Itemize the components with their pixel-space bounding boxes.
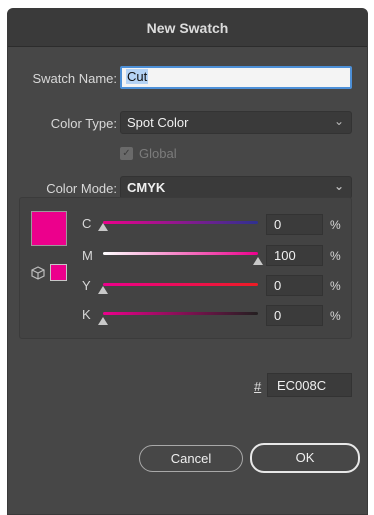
global-label: Global — [139, 146, 177, 161]
yellow-input[interactable]: 0 — [266, 275, 323, 296]
swatch-preview — [31, 211, 67, 246]
yellow-label: Y — [82, 278, 91, 293]
black-unit: % — [330, 309, 341, 323]
checkmark-icon: ✓ — [120, 147, 133, 160]
color-mode-value: CMYK — [127, 180, 166, 195]
yellow-slider-thumb[interactable] — [98, 286, 108, 294]
global-checkbox-row: ✓ Global — [120, 146, 177, 161]
magenta-unit: % — [330, 249, 341, 263]
color-mode-select[interactable]: CMYK ⌄ — [120, 176, 352, 199]
cube-icon[interactable] — [31, 266, 45, 280]
black-value: 0 — [274, 308, 282, 323]
cyan-slider-thumb[interactable] — [98, 223, 108, 231]
gamut-swatch[interactable] — [50, 264, 67, 281]
cyan-slider[interactable] — [103, 221, 258, 224]
magenta-label: M — [82, 248, 93, 263]
color-mode-label: Color Mode: — [46, 181, 117, 196]
hex-label: # — [254, 379, 262, 394]
color-type-value: Spot Color — [127, 115, 189, 130]
black-slider[interactable] — [103, 312, 258, 315]
cancel-button[interactable]: Cancel — [139, 445, 243, 472]
dialog-titlebar: New Swatch — [8, 9, 367, 47]
yellow-unit: % — [330, 279, 341, 293]
chevron-down-icon: ⌄ — [333, 179, 344, 193]
swatch-name-value: Cut — [126, 69, 149, 84]
cyan-value: 0 — [274, 217, 282, 232]
magenta-slider-thumb[interactable] — [253, 257, 263, 265]
color-type-label: Color Type: — [50, 116, 117, 131]
magenta-value: 100 — [274, 248, 296, 263]
black-input[interactable]: 0 — [266, 305, 323, 326]
black-label: K — [82, 307, 91, 322]
cyan-input[interactable]: 0 — [266, 214, 323, 235]
yellow-slider[interactable] — [103, 283, 258, 286]
hex-input[interactable]: EC008C — [267, 373, 352, 397]
yellow-value: 0 — [274, 278, 282, 293]
swatch-name-input[interactable]: Cut — [120, 66, 352, 89]
magenta-slider[interactable] — [103, 252, 258, 255]
hex-value: EC008C — [277, 378, 327, 393]
ok-button[interactable]: OK — [250, 443, 360, 473]
cyan-unit: % — [330, 218, 341, 232]
cyan-label: C — [82, 216, 92, 231]
magenta-input[interactable]: 100 — [266, 245, 323, 266]
color-type-select[interactable]: Spot Color ⌄ — [120, 111, 352, 134]
dialog-title: New Swatch — [146, 19, 229, 36]
chevron-down-icon: ⌄ — [333, 114, 344, 128]
swatch-name-label: Swatch Name: — [32, 71, 117, 86]
black-slider-thumb[interactable] — [98, 317, 108, 325]
